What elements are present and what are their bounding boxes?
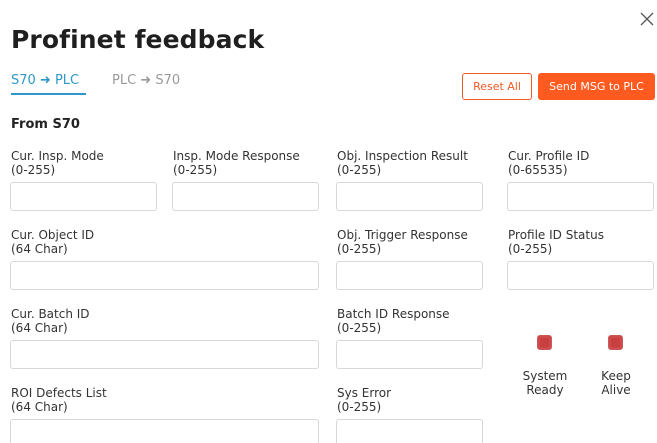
system-ready-label: System Ready: [521, 369, 569, 397]
sys-error-range: (0-255): [337, 400, 382, 414]
active-tab-underline: [11, 93, 86, 95]
obj-inspection-result-range: (0-255): [337, 163, 382, 177]
insp-mode-response-range: (0-255): [173, 163, 218, 177]
roi-defects-list-range: (64 Char): [11, 400, 68, 414]
obj-trigger-response-input[interactable]: [336, 261, 483, 290]
cur-object-id-name: Cur. Object ID: [11, 228, 95, 242]
obj-inspection-result-name: Obj. Inspection Result: [337, 149, 468, 163]
profile-id-status-name: Profile ID Status: [508, 228, 604, 242]
cur-insp-mode-name: Cur. Insp. Mode: [11, 149, 104, 163]
sys-error-input[interactable]: [336, 419, 483, 443]
roi-defects-list-name: ROI Defects List: [11, 386, 107, 400]
obj-inspection-result-label: Obj. Inspection Result (0-255): [337, 149, 468, 177]
obj-trigger-response-name: Obj. Trigger Response: [337, 228, 468, 242]
dialog-title: Profinet feedback: [11, 25, 265, 54]
system-ready-line2: Ready: [526, 383, 564, 397]
cur-insp-mode-range: (0-255): [11, 163, 56, 177]
cur-object-id-label: Cur. Object ID (64 Char): [11, 228, 94, 256]
batch-id-response-label: Batch ID Response (0-255): [337, 307, 450, 335]
cur-insp-mode-input[interactable]: [10, 182, 157, 211]
obj-trigger-response-label: Obj. Trigger Response (0-255): [337, 228, 468, 256]
keep-alive-line1: Keep: [601, 369, 631, 383]
send-msg-to-plc-button[interactable]: Send MSG to PLC: [538, 73, 655, 100]
batch-id-response-input[interactable]: [336, 340, 483, 369]
keep-alive-indicator: [608, 335, 623, 350]
insp-mode-response-label: Insp. Mode Response (0-255): [173, 149, 300, 177]
obj-trigger-response-range: (0-255): [337, 242, 382, 256]
system-ready-indicator: [537, 335, 552, 350]
roi-defects-list-input[interactable]: [10, 419, 319, 443]
obj-inspection-result-input[interactable]: [336, 182, 483, 211]
cur-batch-id-range: (64 Char): [11, 321, 68, 335]
cur-batch-id-label: Cur. Batch ID (64 Char): [11, 307, 90, 335]
tab-s70-to-plc[interactable]: S70 ➜ PLC: [11, 73, 86, 95]
cur-profile-id-label: Cur. Profile ID (0-65535): [508, 149, 589, 177]
reset-all-button[interactable]: Reset All: [462, 73, 532, 100]
profile-id-status-range: (0-255): [508, 242, 553, 256]
cur-insp-mode-label: Cur. Insp. Mode (0-255): [11, 149, 104, 177]
profile-id-status-label: Profile ID Status (0-255): [508, 228, 604, 256]
tab-plc-to-s70[interactable]: PLC ➜ S70: [112, 73, 180, 88]
cur-profile-id-input[interactable]: [507, 182, 654, 211]
close-icon[interactable]: [640, 12, 656, 28]
cur-batch-id-name: Cur. Batch ID: [11, 307, 90, 321]
cur-profile-id-range: (0-65535): [508, 163, 568, 177]
batch-id-response-name: Batch ID Response: [337, 307, 450, 321]
section-title: From S70: [11, 117, 80, 132]
system-ready-line1: System: [522, 369, 568, 383]
sys-error-name: Sys Error: [337, 386, 392, 400]
batch-id-response-range: (0-255): [337, 321, 382, 335]
sys-error-label: Sys Error (0-255): [337, 386, 391, 414]
insp-mode-response-name: Insp. Mode Response: [173, 149, 300, 163]
roi-defects-list-label: ROI Defects List (64 Char): [11, 386, 107, 414]
profile-id-status-input[interactable]: [507, 261, 654, 290]
cur-profile-id-name: Cur. Profile ID: [508, 149, 590, 163]
cur-object-id-input[interactable]: [10, 261, 319, 290]
insp-mode-response-input[interactable]: [172, 182, 319, 211]
tab-s70-to-plc-label: S70 ➜ PLC: [11, 73, 80, 88]
keep-alive-label: Keep Alive: [594, 369, 638, 397]
cur-object-id-range: (64 Char): [11, 242, 68, 256]
cur-batch-id-input[interactable]: [10, 340, 319, 369]
keep-alive-line2: Alive: [601, 383, 631, 397]
